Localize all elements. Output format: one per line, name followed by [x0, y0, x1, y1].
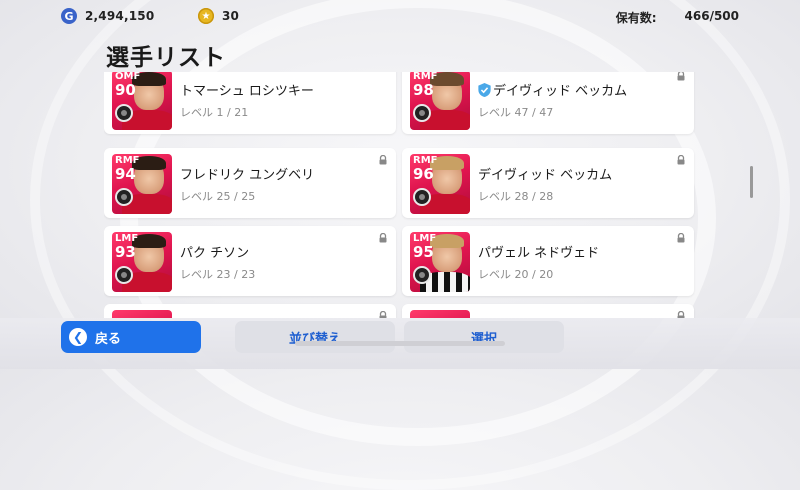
- player-thumbnail: RMF 94: [112, 154, 172, 214]
- player-rating: 96: [413, 165, 434, 183]
- player-name: トマーシュ ロシツキー: [180, 84, 314, 99]
- player-thumbnail: [410, 310, 470, 318]
- player-card[interactable]: LMF 95 パヴェル ネドヴェド レベル 20 / 20: [402, 226, 694, 296]
- scrollbar[interactable]: [750, 166, 753, 198]
- player-level: レベル 1 / 21: [180, 106, 249, 119]
- player-name: フレドリク ユングベリ: [180, 168, 315, 183]
- owned-count: 保有数: 466/500: [616, 9, 739, 26]
- club-badge-icon: [115, 266, 133, 284]
- player-thumbnail: LMF 93: [112, 232, 172, 292]
- player-card[interactable]: OMF 90 トマーシュ ロシツキー レベル 1 / 21: [104, 72, 396, 134]
- lock-icon: [379, 311, 387, 318]
- player-level: レベル 20 / 20: [478, 268, 554, 281]
- player-thumbnail: OMF 90: [112, 72, 172, 130]
- player-card[interactable]: [402, 304, 694, 318]
- coin-amount: 30: [222, 9, 240, 23]
- player-card[interactable]: RMF 98 デイヴィッド ベッカム レベル 47 / 47: [402, 72, 694, 134]
- page-title: 選手リスト: [106, 45, 226, 71]
- lock-icon: [677, 155, 685, 165]
- gp-amount: 2,494,150: [85, 9, 155, 23]
- player-level: レベル 28 / 28: [478, 190, 554, 203]
- lock-icon: [379, 233, 387, 243]
- player-rating: 90: [115, 81, 136, 99]
- player-thumbnail: LMF 95: [410, 232, 470, 292]
- player-name-row: デイヴィッド ベッカム: [478, 80, 627, 99]
- club-badge-icon: [413, 266, 431, 284]
- gp-icon: G: [61, 8, 77, 24]
- coin-display: ★ 30: [198, 8, 239, 24]
- top-bar: G 2,494,150 ★ 30 保有数: 466/500: [0, 0, 800, 32]
- player-rating: 98: [413, 81, 434, 99]
- owned-value: 466/500: [684, 9, 739, 23]
- player-level: レベル 25 / 25: [180, 190, 256, 203]
- club-badge-icon: [413, 188, 431, 206]
- player-card[interactable]: [104, 304, 396, 318]
- back-label: 戻る: [95, 331, 122, 347]
- player-name: デイヴィッド ベッカム: [478, 168, 613, 183]
- player-rating: 94: [115, 165, 136, 183]
- chevron-left-icon: ❮: [69, 328, 87, 346]
- player-name: デイヴィッド ベッカム: [493, 84, 628, 99]
- coin-icon: ★: [198, 8, 214, 24]
- player-thumbnail: [112, 310, 172, 318]
- player-level: レベル 23 / 23: [180, 268, 256, 281]
- owned-label: 保有数:: [615, 11, 657, 25]
- club-badge-icon: [115, 188, 133, 206]
- club-badge-icon: [413, 104, 431, 122]
- back-button[interactable]: ❮ 戻る: [61, 321, 201, 353]
- player-thumbnail: RMF 96: [410, 154, 470, 214]
- gp-display: G 2,494,150: [61, 8, 154, 24]
- select-button[interactable]: 選択: [404, 321, 564, 353]
- lock-icon: [677, 311, 685, 318]
- lock-icon: [379, 155, 387, 165]
- player-rating: 95: [413, 243, 434, 261]
- player-list[interactable]: OMF 90 トマーシュ ロシツキー レベル 1 / 21 RMF 98 デイヴ…: [104, 72, 696, 318]
- sort-button[interactable]: 並び替え: [235, 321, 395, 353]
- lock-icon: [677, 72, 685, 81]
- club-badge-icon: [115, 104, 133, 122]
- player-card[interactable]: RMF 94 フレドリク ユングベリ レベル 25 / 25: [104, 148, 396, 218]
- shield-check-icon: [478, 83, 491, 97]
- player-card[interactable]: LMF 93 パク チソン レベル 23 / 23: [104, 226, 396, 296]
- player-name: パク チソン: [180, 246, 250, 261]
- player-name: パヴェル ネドヴェド: [478, 246, 600, 261]
- lock-icon: [677, 233, 685, 243]
- home-indicator[interactable]: [295, 341, 505, 346]
- player-rating: 93: [115, 243, 136, 261]
- player-level: レベル 47 / 47: [478, 106, 554, 119]
- player-thumbnail: RMF 98: [410, 72, 470, 130]
- player-card[interactable]: RMF 96 デイヴィッド ベッカム レベル 28 / 28: [402, 148, 694, 218]
